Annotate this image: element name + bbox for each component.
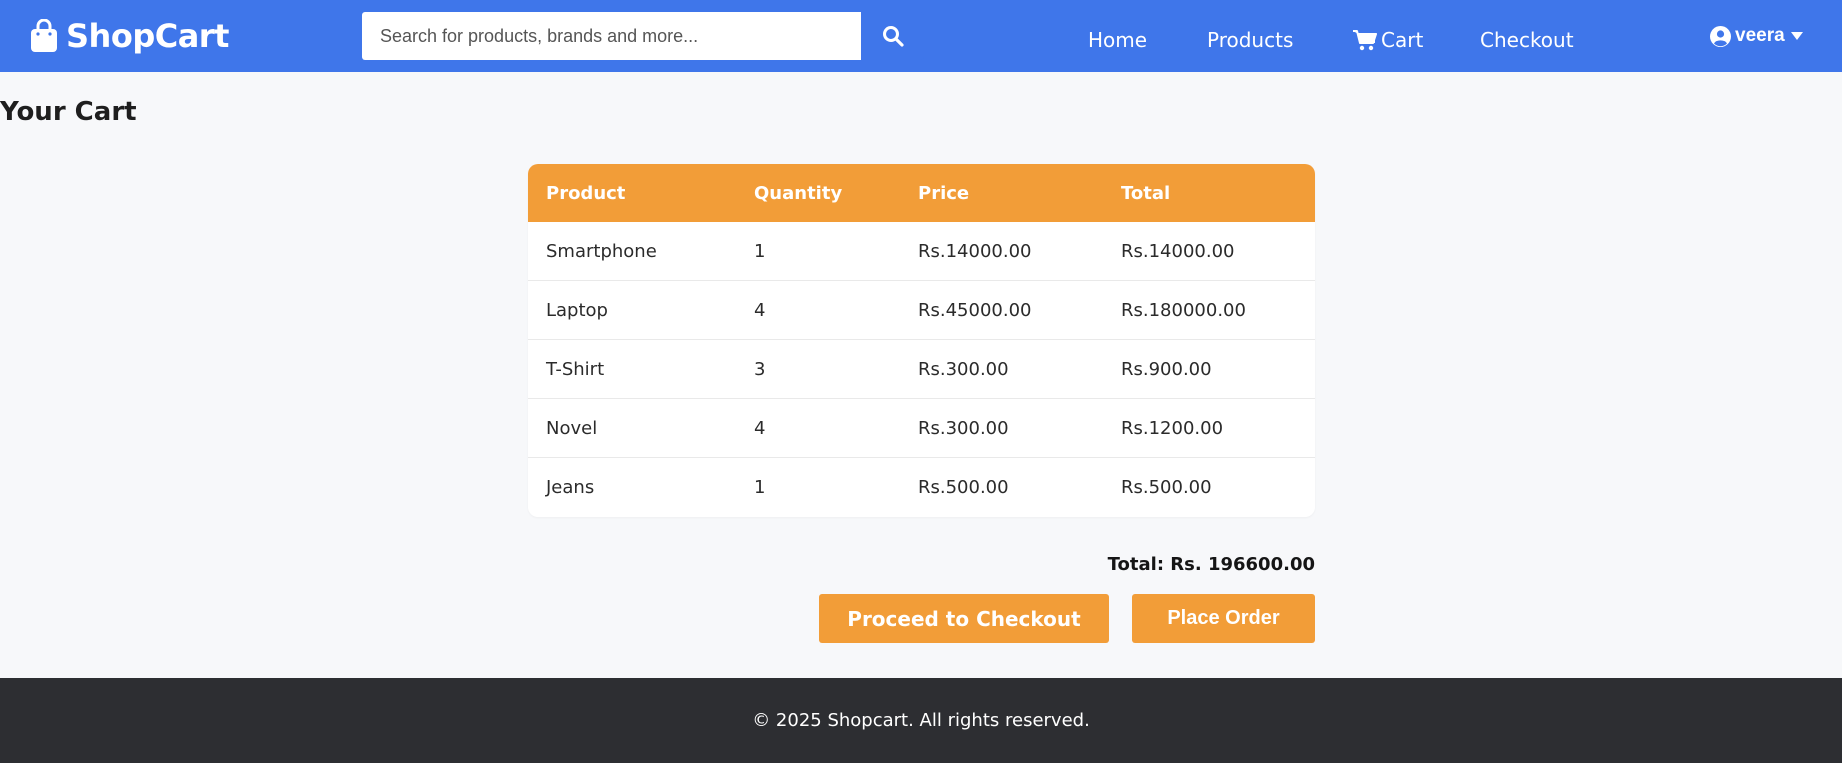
cell-quantity: 3 [736,340,900,399]
table-header-row: Product Quantity Price Total [528,164,1315,222]
user-name: veera [1735,25,1785,46]
footer-copyright: © 2025 Shopcart. All rights reserved. [752,710,1090,731]
cart-table: Product Quantity Price Total Smartphone … [528,164,1315,517]
cell-total: Rs.180000.00 [1103,281,1315,340]
nav-cart[interactable]: Cart [1353,26,1423,54]
search-icon [882,26,904,47]
cell-quantity: 4 [736,399,900,458]
nav-cart-label: Cart [1381,28,1424,52]
table-row: Smartphone 1 Rs.14000.00 Rs.14000.00 [528,222,1315,281]
nav-home[interactable]: Home [1088,26,1147,54]
nav-checkout[interactable]: Checkout [1480,26,1574,54]
nav-products[interactable]: Products [1207,26,1293,54]
cell-price: Rs.300.00 [900,340,1103,399]
cell-total: Rs.1200.00 [1103,399,1315,458]
table-row: T-Shirt 3 Rs.300.00 Rs.900.00 [528,340,1315,399]
cell-price: Rs.45000.00 [900,281,1103,340]
cell-price: Rs.300.00 [900,399,1103,458]
search-form [362,12,924,60]
table-row: Laptop 4 Rs.45000.00 Rs.180000.00 [528,281,1315,340]
search-button[interactable] [861,12,924,60]
cell-product: Laptop [528,281,736,340]
header-price: Price [900,164,1103,222]
shopping-bag-icon [31,19,57,52]
caret-down-icon [1790,32,1803,40]
header-total: Total [1103,164,1315,222]
cell-product: T-Shirt [528,340,736,399]
cell-price: Rs.14000.00 [900,222,1103,281]
table-row: Novel 4 Rs.300.00 Rs.1200.00 [528,399,1315,458]
cell-quantity: 1 [754,477,766,498]
navbar: ShopCart Home Products Cart Checkout vee… [0,0,1842,72]
cell-total: Rs.900.00 [1103,340,1315,399]
cell-product: Jeans [546,477,595,498]
footer: © 2025 Shopcart. All rights reserved. [0,678,1842,763]
search-input[interactable] [362,12,861,60]
cell-product: Smartphone [528,222,736,281]
cart-icon [1353,30,1377,51]
page-title: Your Cart [0,97,137,127]
cart-total: Total: Rs. 196600.00 [1107,554,1315,575]
brand-name: ShopCart [66,17,229,55]
proceed-to-checkout-button[interactable]: Proceed to Checkout [819,594,1109,643]
cell-total: Rs.14000.00 [1103,222,1315,281]
user-circle-icon [1710,25,1731,47]
user-menu[interactable]: veera [1710,22,1804,50]
cell-quantity: 1 [736,222,900,281]
cell-total: Rs.500.00 [1121,477,1212,498]
cell-product: Novel [528,399,736,458]
cell-price: Rs.500.00 [918,477,1009,498]
header-quantity: Quantity [736,164,900,222]
cell-quantity: 4 [736,281,900,340]
place-order-button[interactable]: Place Order [1132,594,1315,643]
header-product: Product [528,164,736,222]
table-row: Jeans 1 Rs.500.00 Rs.500.00 [528,458,1315,517]
brand-logo[interactable]: ShopCart [30,16,229,56]
